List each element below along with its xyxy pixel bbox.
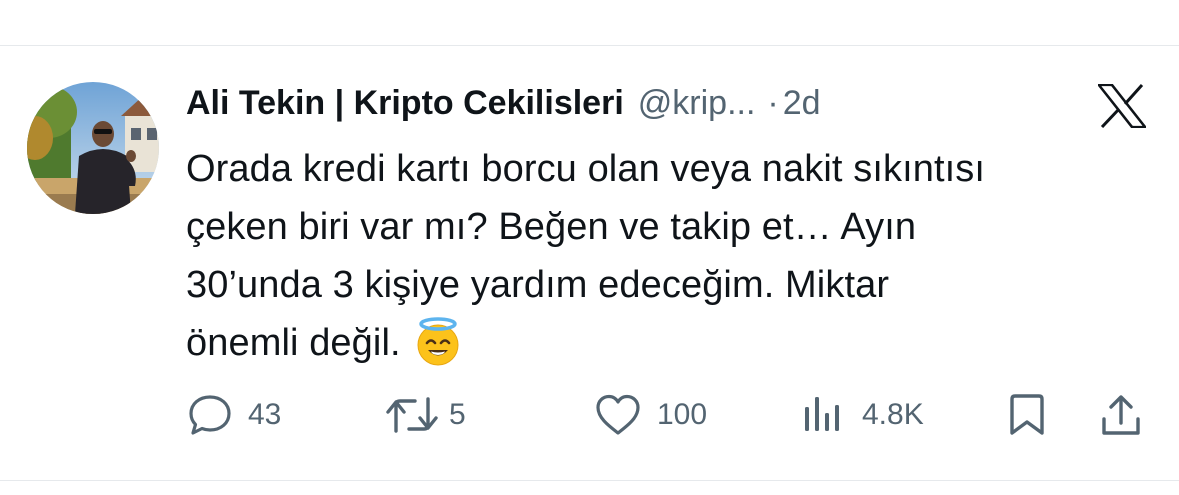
bookmark-icon [1007, 393, 1047, 437]
tweet-actions: 43 5 100 4.8K [0, 390, 1179, 440]
views-chart-icon [802, 393, 842, 437]
views-count: 4.8K [862, 398, 924, 431]
like-button[interactable]: 100 [595, 390, 707, 440]
share-button[interactable] [1100, 390, 1142, 440]
heart-icon [595, 393, 641, 437]
author-handle[interactable]: @krip... [638, 80, 756, 126]
tweet-text-line: önemli değil. [186, 322, 401, 364]
avatar-photo [27, 82, 159, 214]
bottom-divider [0, 480, 1179, 481]
avatar[interactable] [27, 82, 159, 214]
tweet-text-line-last: önemli değil. [186, 314, 1146, 384]
halo-emoji-icon [413, 317, 463, 384]
repost-button[interactable]: 5 [385, 390, 466, 440]
tweet-header: Ali Tekin | Kripto Cekilisleri @krip... … [186, 80, 821, 126]
author-display-name[interactable]: Ali Tekin | Kripto Cekilisleri [186, 80, 624, 126]
reply-count: 43 [248, 398, 282, 431]
repost-count: 5 [449, 398, 466, 431]
separator-dot: · [767, 84, 779, 122]
reply-button[interactable]: 43 [188, 390, 281, 440]
reply-icon [188, 393, 232, 437]
tweet-text-line: Orada kredi kartı borcu olan veya nakit … [186, 148, 986, 190]
tweet-text: Orada kredi kartı borcu olan veya nakit … [186, 140, 1146, 384]
bookmark-button[interactable] [1007, 390, 1047, 440]
tweet-timestamp[interactable]: 2d [783, 80, 821, 126]
top-divider [0, 45, 1179, 46]
share-icon [1100, 393, 1142, 437]
repost-icon [385, 393, 439, 437]
tweet-text-line: çeken biri var mı? Beğen ve takip et… Ay… [186, 206, 917, 248]
x-logo-icon[interactable] [1096, 83, 1148, 129]
like-count: 100 [657, 398, 708, 431]
views-button[interactable]: 4.8K [802, 390, 924, 440]
tweet-text-line: 30’unda 3 kişiye yardım edeceğim. Miktar [186, 264, 890, 306]
